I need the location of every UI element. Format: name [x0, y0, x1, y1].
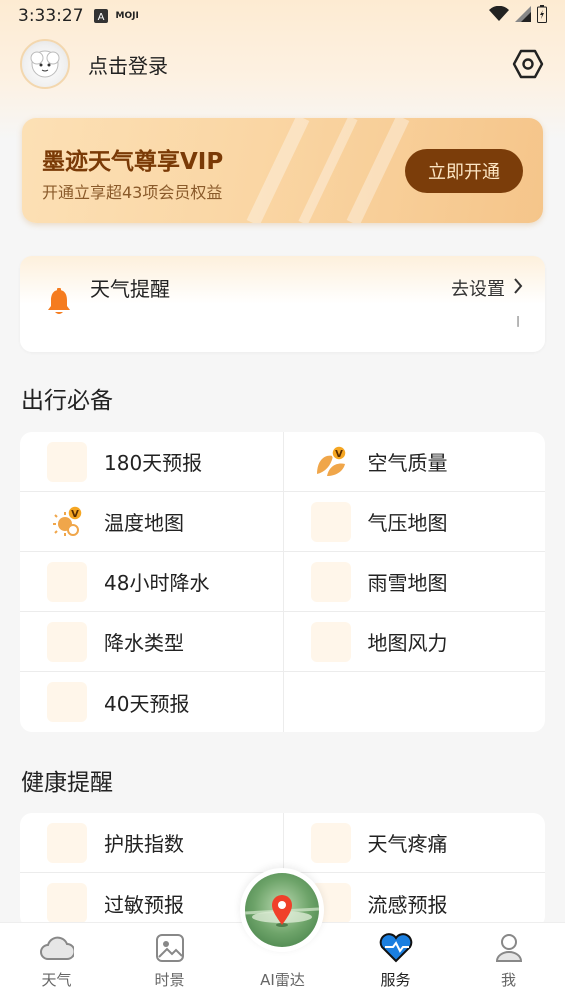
- vip-subtitle: 开通立享超43项会员权益: [42, 183, 223, 202]
- grid-item-air-quality[interactable]: V 空气质量: [282, 432, 546, 491]
- radar-location-icon: [245, 873, 319, 947]
- reminder-mark: ㆐: [511, 315, 525, 331]
- grid-item-pressure-map[interactable]: 气压地图: [282, 492, 546, 551]
- settings-hex-icon[interactable]: [511, 47, 545, 81]
- leaf-vip-icon: V: [311, 442, 351, 482]
- header: 点击登录: [20, 38, 545, 90]
- reminder-settings-link[interactable]: 去设置: [451, 275, 523, 301]
- nav-item-me[interactable]: 我: [452, 923, 565, 1004]
- grid-item-label: 48小时降水: [104, 571, 210, 595]
- placeholder-icon: [47, 441, 87, 482]
- grid-row: 护肤指数 天气疼痛: [20, 813, 545, 873]
- vip-activate-button[interactable]: 立即开通: [405, 149, 523, 193]
- login-text[interactable]: 点击登录: [88, 50, 168, 79]
- weather-reminder-card[interactable]: 天气提醒 去设置 ㆐: [20, 256, 545, 352]
- grid-item-48h-precipitation[interactable]: 48小时降水: [20, 552, 283, 611]
- grid-item-temperature-map[interactable]: V 温度地图: [20, 492, 283, 551]
- grid-row: 40天预报: [20, 672, 545, 732]
- user-icon: [494, 931, 524, 965]
- placeholder-icon: [310, 501, 351, 542]
- svg-text:V: V: [335, 449, 343, 460]
- nav-item-weather[interactable]: 天气: [0, 923, 113, 1004]
- svg-text:A: A: [97, 12, 104, 23]
- placeholder-icon: [310, 822, 351, 863]
- cloud-icon: [39, 931, 74, 965]
- grid-item-precipitation-type[interactable]: 降水类型: [20, 612, 283, 671]
- grid-item-label: 降水类型: [104, 631, 184, 655]
- svg-text:V: V: [71, 509, 79, 520]
- a-badge-icon: A: [93, 9, 108, 23]
- grid-item-label: 180天预报: [104, 451, 203, 475]
- grid-item-label: 天气疼痛: [367, 832, 448, 856]
- grid-item-label: 流感预报: [367, 892, 448, 917]
- grid-item-40-day-forecast[interactable]: 40天预报: [20, 672, 283, 732]
- nav-label: 服务: [380, 971, 411, 989]
- status-bar: 3:33:27 A MOJI: [0, 0, 565, 32]
- picture-icon: [155, 931, 185, 965]
- reminder-link-label: 去设置: [451, 279, 505, 300]
- grid-item-180-day-forecast[interactable]: 180天预报: [20, 432, 283, 491]
- battery-icon: [537, 4, 547, 28]
- nav-label: 我: [500, 971, 516, 989]
- placeholder-icon: [47, 621, 87, 662]
- grid-item-skincare-index[interactable]: 护肤指数: [20, 813, 283, 872]
- grid-item-label: 气压地图: [367, 511, 448, 535]
- placeholder-icon: [47, 561, 87, 602]
- grid-item-label: 40天预报: [104, 691, 190, 716]
- grid-row: 降水类型 地图风力: [20, 612, 545, 672]
- grid-item-wind-map[interactable]: 地图风力: [282, 612, 546, 671]
- section-title-health: 健康提醒: [21, 770, 113, 796]
- nav-label: 时景: [154, 971, 185, 989]
- placeholder-icon: [47, 822, 87, 863]
- travel-grid: 180天预报 V 空气质量 V 温度地图 气压地图 48小时降水 雨雪地图 降水…: [20, 432, 545, 732]
- grid-item-label: 空气质量: [367, 451, 448, 475]
- grid-item-empty: [282, 672, 546, 732]
- grid-item-label: 过敏预报: [104, 892, 184, 917]
- grid-row: V 温度地图 气压地图: [20, 492, 545, 552]
- grid-item-label: 地图风力: [367, 631, 448, 655]
- placeholder-icon: [47, 883, 87, 923]
- chevron-right-icon: [513, 277, 523, 299]
- service-heart-icon: [379, 931, 413, 965]
- grid-row: 48小时降水 雨雪地图: [20, 552, 545, 612]
- bell-icon: [46, 288, 72, 320]
- grid-item-label: 护肤指数: [104, 832, 184, 856]
- vip-banner[interactable]: 墨迹天气尊享VIP 开通立享超43项会员权益 立即开通: [22, 118, 543, 223]
- nav-label: AI雷达: [260, 971, 305, 989]
- placeholder-icon: [310, 561, 351, 602]
- grid-item-rain-snow-map[interactable]: 雨雪地图: [282, 552, 546, 611]
- vip-title: 墨迹天气尊享VIP: [42, 149, 224, 175]
- nav-item-services[interactable]: 服务: [339, 923, 452, 1004]
- status-time: 3:33:27: [18, 6, 84, 26]
- signal-icon: [515, 5, 531, 27]
- moji-icon: MOJI: [115, 11, 139, 21]
- grid-item-label: 温度地图: [104, 511, 184, 535]
- placeholder-icon: [47, 682, 87, 722]
- temperature-vip-icon: V: [47, 502, 87, 542]
- section-title-travel: 出行必备: [21, 388, 113, 414]
- reminder-title: 天气提醒: [90, 277, 170, 301]
- grid-item-weather-pain[interactable]: 天气疼痛: [282, 813, 546, 872]
- avatar[interactable]: [20, 39, 70, 89]
- vip-decoration: [246, 118, 410, 223]
- wifi-icon: [489, 5, 509, 27]
- nav-label: 天气: [41, 971, 72, 989]
- placeholder-icon: [310, 621, 351, 662]
- grid-item-label: 雨雪地图: [367, 571, 448, 595]
- grid-row: 180天预报 V 空气质量: [20, 432, 545, 492]
- nav-item-scenes[interactable]: 时景: [113, 923, 226, 1004]
- ai-radar-button[interactable]: [240, 868, 324, 952]
